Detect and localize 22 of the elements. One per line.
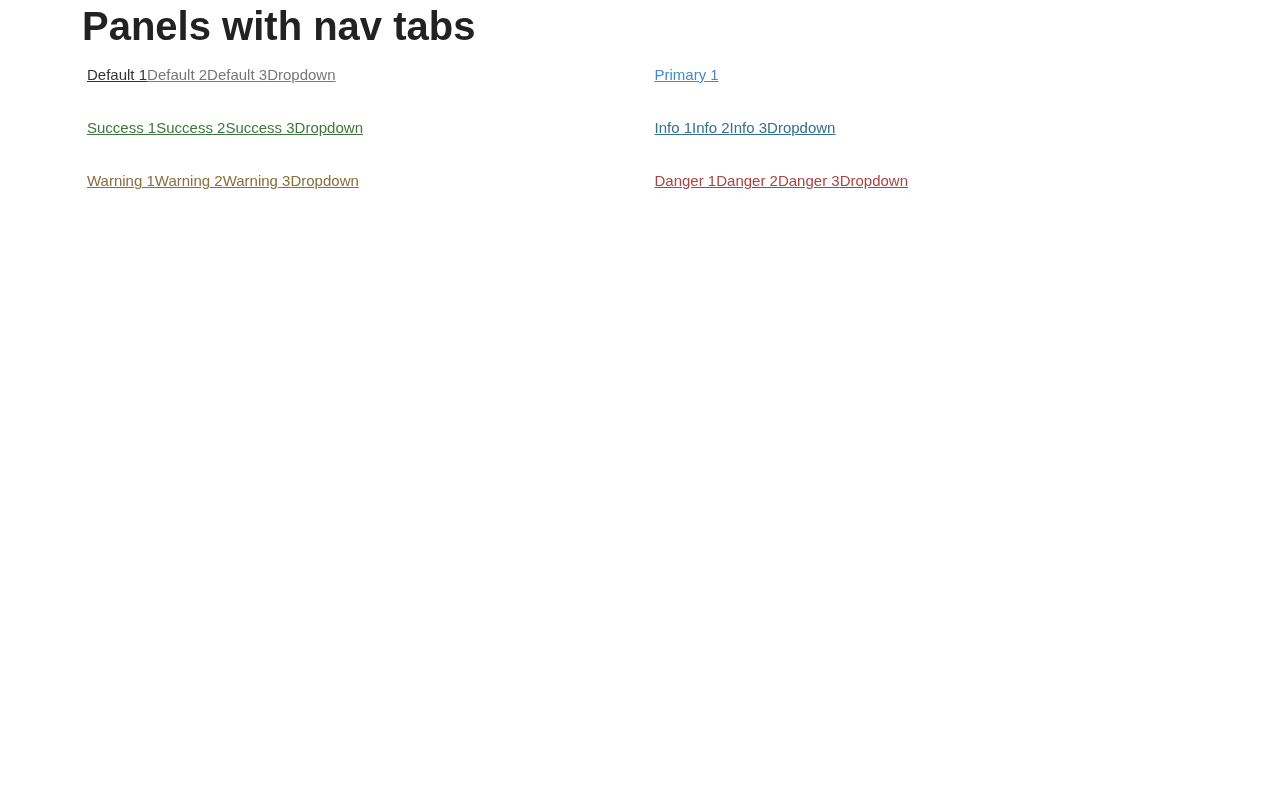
nav-tab[interactable]: Warning 3 xyxy=(222,170,291,191)
nav-tab[interactable]: Danger 1 xyxy=(654,170,717,191)
nav-tab[interactable]: Success 3 xyxy=(225,117,295,138)
nav-tab[interactable]: Danger 3 xyxy=(777,170,840,191)
nav-tab[interactable]: Default 1 xyxy=(87,64,148,85)
nav-tab[interactable]: Default 2 xyxy=(147,64,208,85)
nav-tab[interactable]: Dropdown xyxy=(267,64,336,85)
nav-tab[interactable]: Info 3 xyxy=(729,117,768,138)
nav-tab[interactable]: Info 1 xyxy=(654,117,693,138)
nav-tab[interactable]: Dropdown xyxy=(294,117,363,138)
nav-tab[interactable]: Dropdown xyxy=(290,170,359,191)
nav-tab[interactable]: Warning 1 xyxy=(87,170,155,191)
nav-tab[interactable]: Danger 2 xyxy=(716,170,778,191)
nav-tab[interactable]: Success 2 xyxy=(156,117,226,138)
nav-tab[interactable]: Info 2 xyxy=(692,117,730,138)
nav-tab[interactable]: Dropdown xyxy=(839,170,909,191)
nav-tab[interactable]: Default 3 xyxy=(207,64,268,85)
nav-tab[interactable]: Dropdown xyxy=(767,117,836,138)
page-title: Panels with nav tabs xyxy=(82,4,477,48)
nav-tab[interactable]: Warning 2 xyxy=(154,170,223,191)
nav-tab[interactable]: Success 1 xyxy=(87,117,157,138)
nav-tab[interactable]: Primary 1 xyxy=(654,64,719,85)
